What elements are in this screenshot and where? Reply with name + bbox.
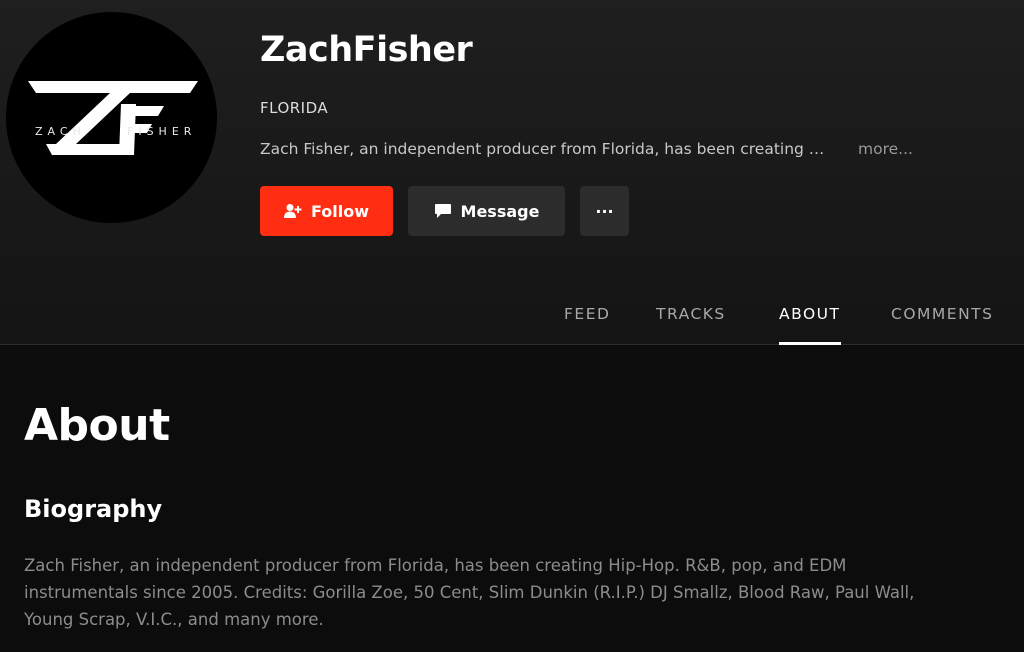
more-options-button[interactable]: ··· [580, 186, 629, 236]
message-label: Message [460, 201, 540, 221]
logo-text-left: ZACH [35, 125, 86, 138]
page-title: About [24, 400, 170, 451]
bio-excerpt: Zach Fisher, an independent producer fro… [260, 140, 825, 158]
tab-feed[interactable]: FEED [564, 305, 610, 345]
avatar[interactable]: ZACH FISHER [6, 12, 217, 223]
profile-tabs: FEED TRACKS ABOUT COMMENTS [0, 305, 1024, 345]
profile-header: ZACH FISHER ZachFisher FLORIDA Zach Fish… [0, 0, 1024, 345]
tab-tracks[interactable]: TRACKS [656, 305, 726, 345]
follow-button[interactable]: Follow [260, 186, 393, 236]
tab-about[interactable]: ABOUT [779, 305, 841, 345]
tab-comments[interactable]: COMMENTS [891, 305, 993, 345]
artist-name: ZachFisher [260, 30, 473, 70]
zf-logo-icon [28, 81, 198, 155]
biography-text: Zach Fisher, an independent producer fro… [24, 556, 915, 629]
follow-label: Follow [310, 201, 369, 221]
more-link[interactable]: more... [858, 140, 913, 158]
logo-text-right: FISHER [127, 125, 197, 138]
chat-bubble-icon [434, 203, 452, 219]
message-button[interactable]: Message [408, 186, 565, 236]
biography-heading: Biography [24, 495, 163, 523]
artist-location: FLORIDA [260, 99, 329, 117]
add-user-icon [283, 203, 302, 219]
ellipsis-icon: ··· [595, 201, 614, 221]
